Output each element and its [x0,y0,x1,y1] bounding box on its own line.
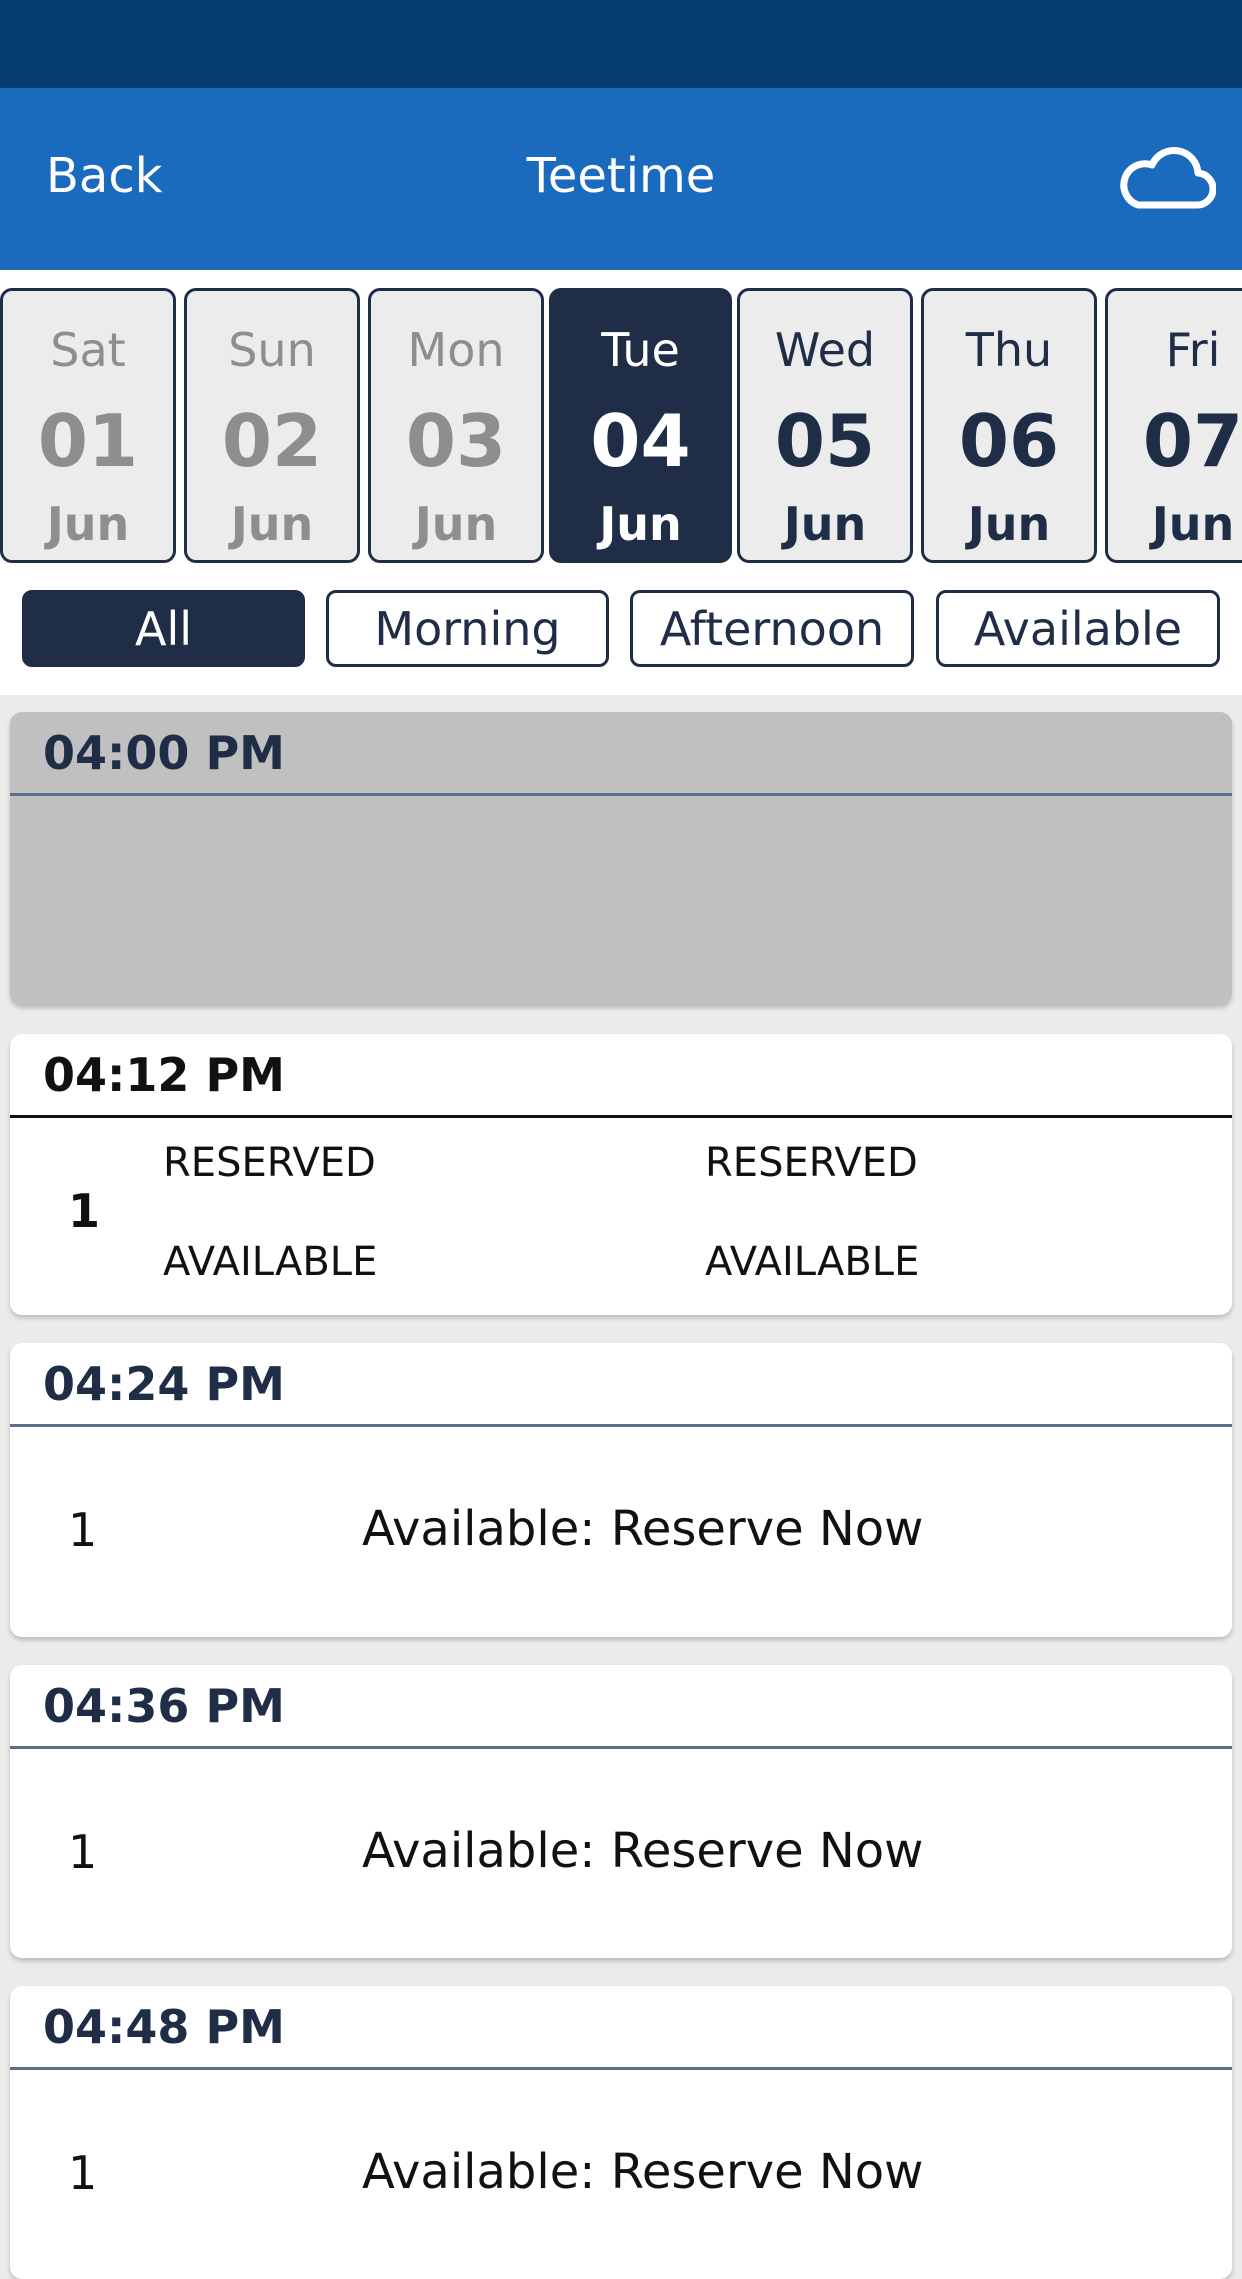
teetime-time: 04:48 PM [10,1986,1232,2070]
app-header: Back Teetime [0,88,1242,270]
reserve-now-link[interactable]: Available: Reserve Now [362,1823,923,1879]
day-date: 01 [37,399,139,483]
day-date: 02 [221,399,323,483]
day-name: Fri [1165,323,1221,377]
date-thu-06[interactable]: Thu 06 Jun [921,288,1097,563]
date-tue-04[interactable]: Tue 04 Jun [549,288,732,563]
day-date: 06 [958,399,1060,483]
day-date: 05 [774,399,876,483]
time-filters: All Morning Afternoon Available [0,570,1242,695]
day-name: Thu [965,323,1053,377]
filter-all[interactable]: All [22,590,305,667]
day-month: Jun [1151,497,1235,551]
status-bar [0,0,1242,88]
teetime-time: 04:00 PM [10,712,1232,796]
slot-status: RESERVED [705,1140,918,1186]
cloud-icon[interactable] [1116,143,1216,213]
teetime-card[interactable]: 04:48 PM 1 Available: Reserve Now [10,1986,1232,2279]
day-month: Jun [414,497,498,551]
day-month: Jun [230,497,314,551]
date-sun-02[interactable]: Sun 02 Jun [184,288,360,563]
date-sat-01[interactable]: Sat 01 Jun [0,288,176,563]
day-month: Jun [46,497,130,551]
teetime-card[interactable]: 04:00 PM [10,712,1232,1005]
date-mon-03[interactable]: Mon 03 Jun [368,288,544,563]
page-title: Teetime [526,148,716,204]
teetime-card[interactable]: 04:36 PM 1 Available: Reserve Now [10,1665,1232,1958]
slot-status: RESERVED [163,1140,376,1186]
day-month: Jun [599,497,682,551]
date-wed-05[interactable]: Wed 05 Jun [737,288,913,563]
day-date: 04 [590,399,691,483]
day-name: Wed [774,323,876,377]
day-name: Mon [407,323,505,377]
slot-status[interactable]: AVAILABLE [163,1239,377,1285]
reserve-now-link[interactable]: Available: Reserve Now [362,1501,923,1557]
day-date: 07 [1142,399,1242,483]
filter-afternoon[interactable]: Afternoon [630,590,914,667]
day-name: Tue [601,323,680,377]
hole-number: 1 [68,2146,98,2200]
teetime-time: 04:12 PM [10,1034,1232,1118]
teetime-card[interactable]: 04:12 PM 1 RESERVED RESERVED AVAILABLE A… [10,1034,1232,1315]
filter-morning[interactable]: Morning [326,590,609,667]
date-selector: Sat 01 Jun Sun 02 Jun Mon 03 Jun Tue 04 Jun Wed 0… [0,270,1242,570]
day-name: Sun [228,323,316,377]
reserve-now-link[interactable]: Available: Reserve Now [362,2144,923,2200]
teetime-time: 04:24 PM [10,1343,1232,1427]
hole-number: 1 [68,1503,98,1557]
filter-available[interactable]: Available [936,590,1220,667]
hole-number: 1 [68,1825,98,1879]
slot-status[interactable]: AVAILABLE [705,1239,919,1285]
teetime-time: 04:36 PM [10,1665,1232,1749]
date-fri-07[interactable]: Fri 07 Jun [1105,288,1242,563]
day-month: Jun [967,497,1051,551]
teetime-card[interactable]: 04:24 PM 1 Available: Reserve Now [10,1343,1232,1637]
hole-number: 1 [68,1184,101,1238]
day-name: Sat [50,323,126,377]
day-date: 03 [405,399,507,483]
day-month: Jun [783,497,867,551]
